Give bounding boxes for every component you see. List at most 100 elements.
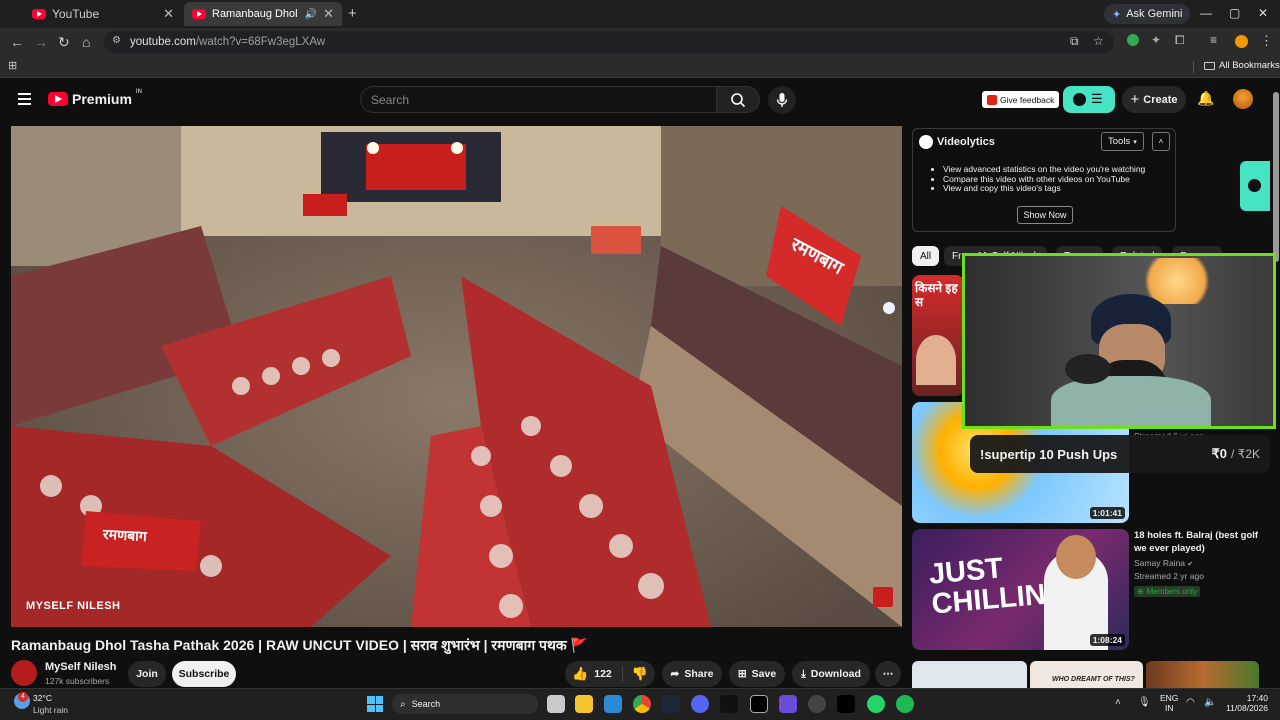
account-avatar[interactable] [1233, 89, 1253, 109]
app-grid-icon[interactable] [779, 695, 797, 713]
home-icon[interactable]: ⌂ [82, 34, 90, 50]
extension-shield-icon[interactable] [1127, 34, 1139, 46]
channel-name[interactable]: MySelf Nilesh [45, 661, 117, 673]
thumbnail-person [916, 335, 956, 385]
steam-icon[interactable] [662, 695, 680, 713]
minimize-icon[interactable]: — [1200, 6, 1212, 20]
channel-avatar[interactable] [11, 660, 37, 686]
tools-dropdown[interactable]: Tools ▾ [1101, 132, 1144, 151]
youtube-favicon-icon [192, 9, 206, 19]
recommendation-thumbnail[interactable]: किसने इह स [912, 275, 964, 396]
language-indicator[interactable]: ENG IN [1160, 693, 1178, 713]
capcut-icon[interactable] [750, 695, 768, 713]
videolytics-side-tab[interactable] [1240, 161, 1270, 211]
taskbar-search[interactable]: ⌕ Search [392, 694, 538, 714]
browser-menu-icon[interactable]: ⋮ [1260, 33, 1273, 49]
save-button[interactable]: ⊞ Save [729, 661, 785, 687]
site-info-icon[interactable]: ⚙ [112, 35, 121, 46]
reading-list-icon[interactable]: ≡ [1210, 33, 1217, 47]
terminal-icon[interactable] [720, 695, 738, 713]
obs-icon[interactable] [808, 695, 826, 713]
task-view-icon[interactable] [547, 695, 565, 713]
overlay-task: !supertip 10 Push Ups [980, 446, 1118, 462]
download-button[interactable]: ⤓ Download [792, 661, 870, 687]
forward-icon[interactable]: → [34, 34, 48, 50]
recommendation-title: 18 holes ft. Balraj (best golf we ever p… [1134, 530, 1259, 554]
tiktok-icon[interactable] [837, 695, 855, 713]
close-tab-icon[interactable]: ✕ [163, 6, 174, 22]
bookmarks-bar [0, 56, 1280, 78]
all-bookmarks-label: All Bookmarks [1219, 60, 1280, 71]
give-feedback-button[interactable]: Give feedback [982, 91, 1060, 108]
hamburger-menu-icon[interactable] [18, 93, 31, 105]
search-button[interactable] [716, 86, 760, 113]
tab-youtube[interactable]: YouTube ✕ [24, 2, 182, 26]
maximize-icon[interactable]: ▢ [1229, 6, 1240, 20]
volume-icon[interactable]: 🔈 [1204, 697, 1216, 708]
wifi-icon[interactable]: ◠ [1186, 697, 1195, 708]
recommendation-thumbnail[interactable] [1146, 661, 1259, 688]
new-tab-icon[interactable]: + [348, 5, 357, 22]
videolytics-toggle-button[interactable]: ☰ [1063, 86, 1115, 113]
thumbs-down-icon[interactable]: 👎 [628, 666, 648, 682]
search-input[interactable]: Search [360, 86, 717, 113]
recommendation-channel: Samay Raina ✔ [1134, 558, 1264, 568]
url-bar[interactable]: ⚙ youtube.com/watch?v=68Fw3egLXAw ⧉ ☆ [104, 31, 1114, 53]
more-actions-icon[interactable]: ⋯ [875, 661, 901, 687]
video-player[interactable]: रमणबाग रमणबाग MYSELF NILESH [11, 126, 902, 627]
save-label: Save [751, 668, 777, 680]
notepad-icon[interactable] [604, 695, 622, 713]
share-button[interactable]: ➦ Share [662, 661, 722, 687]
file-explorer-icon[interactable] [575, 695, 593, 713]
tab-label: YouTube [52, 7, 100, 21]
subscriber-count: 127k subscribers [45, 676, 110, 686]
clock[interactable]: 17:40 11/08/2026 [1224, 693, 1268, 713]
download-icon: ⤓ [801, 667, 806, 680]
video-duration: 1:01:41 [1089, 507, 1125, 519]
download-label: Download [810, 668, 861, 680]
subscribe-button[interactable]: Subscribe [172, 661, 236, 687]
webcam-overlay [962, 253, 1276, 429]
date-label: 11/08/2026 [1226, 703, 1268, 713]
voice-search-button[interactable] [768, 86, 796, 114]
join-button[interactable]: Join [128, 661, 166, 687]
chrome-icon[interactable] [633, 695, 651, 713]
spotify-icon[interactable] [896, 695, 914, 713]
extensions-icon[interactable]: ⧠ [1175, 33, 1185, 48]
ask-gemini-button[interactable]: ✦ Ask Gemini [1104, 4, 1191, 24]
mic-tray-icon[interactable]: 🎙 [1138, 697, 1151, 708]
channel-watermark: MYSELF NILESH [26, 600, 121, 612]
recommendation-thumbnail[interactable]: JUST CHILLIN' 1:08:24 [912, 529, 1129, 650]
profile-avatar-icon[interactable] [1235, 35, 1248, 48]
youtube-premium-logo[interactable]: Premium IN [48, 89, 142, 107]
search-icon [731, 92, 746, 107]
recommendation-meta: Streamed 2 yr ago [1134, 571, 1204, 581]
scrollbar-thumb[interactable] [1273, 92, 1279, 262]
recommendation-thumbnail[interactable] [912, 661, 1027, 688]
install-app-icon[interactable]: ⧉ [1070, 34, 1079, 49]
discord-icon[interactable] [691, 695, 709, 713]
close-window-icon[interactable]: ✕ [1258, 6, 1268, 20]
create-button[interactable]: + Create [1122, 86, 1186, 113]
like-button[interactable]: 👍 122 [572, 666, 623, 682]
tab-video[interactable]: Ramanbaug Dhol Tasha Pat 🔊 ✕ [184, 2, 342, 26]
sparkle-icon[interactable]: ✦ [1151, 33, 1161, 47]
close-tab-icon[interactable]: ✕ [323, 6, 334, 22]
back-icon[interactable]: ← [10, 34, 24, 50]
all-bookmarks-button[interactable]: All Bookmarks [1204, 60, 1280, 71]
apps-grid-icon[interactable]: ⊞ [8, 59, 17, 72]
temperature: 32°C [33, 693, 52, 703]
tray-chevron-icon[interactable]: ˄ [1115, 697, 1121, 708]
recommendation-info[interactable]: 18 holes ft. Balraj (best golf we ever p… [1134, 529, 1264, 599]
bookmark-star-icon[interactable]: ☆ [1093, 34, 1104, 48]
reload-icon[interactable]: ↻ [58, 34, 70, 51]
chip-all[interactable]: All [912, 246, 940, 266]
show-now-button[interactable]: Show Now [1017, 206, 1073, 224]
notifications-bell-icon[interactable]: 🔔 [1197, 90, 1214, 107]
weather-condition: Light rain [33, 705, 68, 715]
whatsapp-icon[interactable] [867, 695, 885, 713]
recommendation-thumbnail[interactable]: WHO DREAMT OF THIS? [1030, 661, 1143, 688]
collapse-icon[interactable]: ˄ [1152, 132, 1170, 151]
windows-start-icon[interactable] [367, 696, 383, 712]
speaker-icon[interactable]: 🔊 [305, 9, 317, 20]
